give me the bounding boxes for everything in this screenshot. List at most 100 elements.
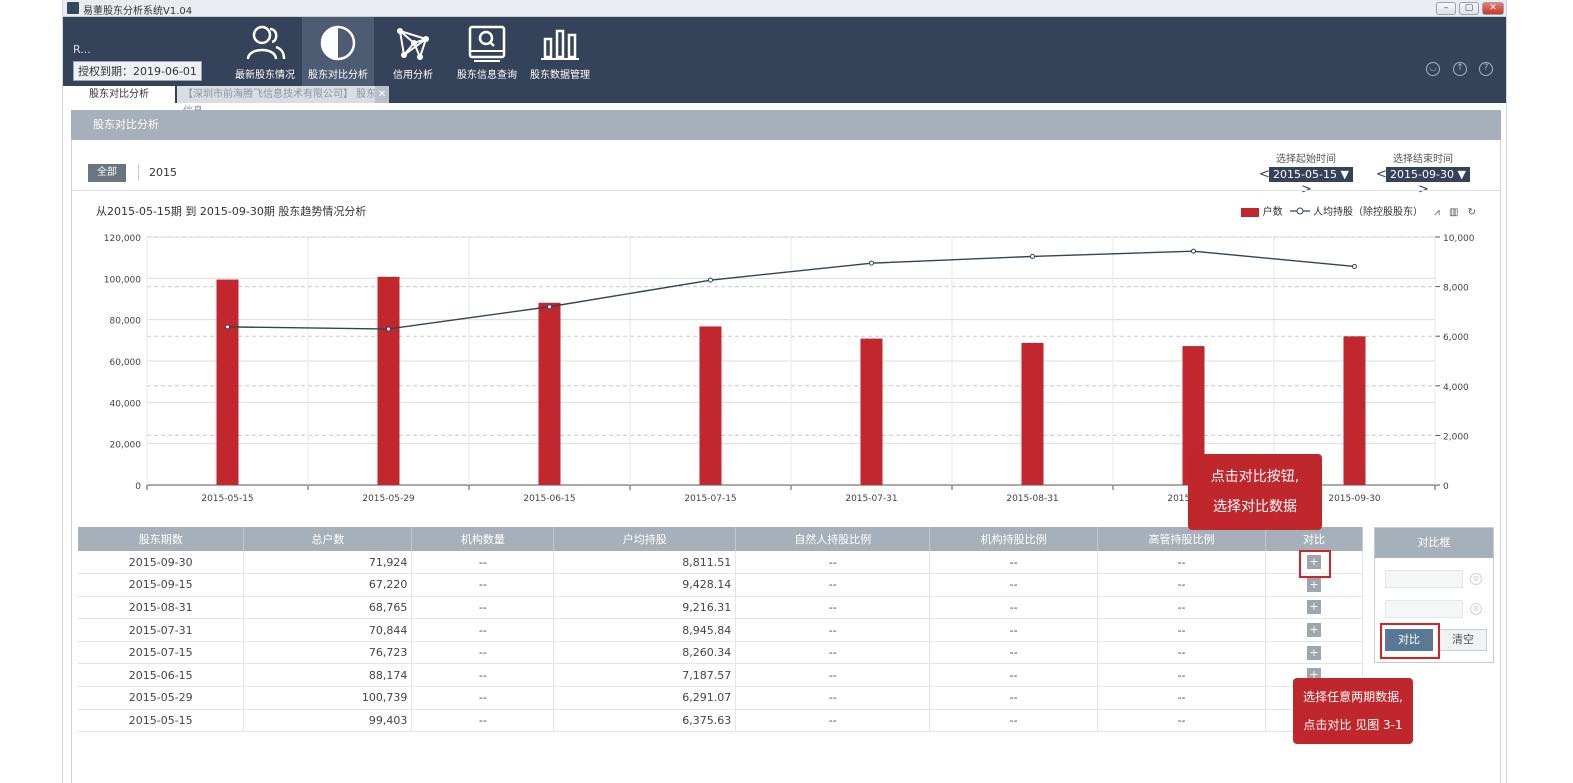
auth-expiry: 授权到期：2019-06-01 <box>73 61 202 81</box>
table-cell: 6,291.07 <box>553 686 737 710</box>
table-cell: -- <box>1097 641 1266 665</box>
table-cell: -- <box>735 686 931 710</box>
tab-shareholder-compare[interactable]: 股东对比分析 <box>63 86 175 103</box>
compare-slot-1[interactable] <box>1385 570 1463 588</box>
callout-bottom-line-1: 选择任意两期数据, <box>1303 690 1403 704</box>
maximize-button[interactable]: ▢ <box>1459 2 1479 15</box>
col-total-holders: 总户数 <box>243 527 413 551</box>
x-tick-label: 2015-08-31 <box>1006 494 1058 504</box>
table-cell: -- <box>735 573 931 597</box>
nav-label: 股东数据管理 <box>530 70 590 81</box>
y-left-tick-label: 0 <box>135 482 141 492</box>
chart-legend: 户数 人均持股（除控股股东） ⩘ ▥ ↻ <box>1241 203 1476 219</box>
chart-title: 从2015-05-15期 到 2015-09-30期 股东趋势情况分析 <box>96 205 367 218</box>
line-chart-toggle-icon[interactable]: ⩘ <box>1434 207 1440 218</box>
table-row: 2015-05-29100,739--6,291.07------+ <box>78 686 1363 710</box>
legend-bar-swatch <box>1241 207 1260 217</box>
table-cell: 99,403 <box>243 709 413 733</box>
y-left-tick-label: 20,000 <box>110 441 142 451</box>
line-point-2015-07-31 <box>869 260 874 266</box>
add-compare-button[interactable]: + <box>1307 600 1321 615</box>
callout-bottom-line-2: 点击对比 见图 3-1 <box>1303 718 1403 732</box>
table-cell: 2015-06-15 <box>78 663 245 688</box>
table-cell: 9,428.14 <box>553 573 737 597</box>
section-title: 股东对比分析 <box>71 110 1501 140</box>
table-cell: -- <box>1097 686 1266 710</box>
table-cell: -- <box>1097 618 1266 642</box>
tab-shareholder-info[interactable]: 【深圳市前海腾飞信息技术有限公司】 股东信息 ✕ <box>177 86 389 117</box>
remove-slot-2-icon[interactable]: ⊗ <box>1470 603 1482 615</box>
bar-2015-08-31 <box>1021 342 1044 485</box>
table-cell: 8,945.84 <box>553 618 737 642</box>
y-right-tick-label: 10,000 <box>1443 234 1475 244</box>
start-date-select[interactable]: 2015-05-15 ▼ <box>1269 167 1353 182</box>
add-compare-button[interactable]: + <box>1307 645 1321 660</box>
y-left-tick-label: 80,000 <box>110 317 142 327</box>
user-icon[interactable]: ◡ <box>1426 62 1440 76</box>
y-right-tick-label: 2,000 <box>1443 432 1469 442</box>
table-cell: -- <box>929 596 1099 620</box>
x-tick-label: 2015-05-15 <box>201 494 253 504</box>
table-row: 2015-09-15 67,220 -- 9,428.14 -- -- -- + <box>78 573 1363 597</box>
table-cell: -- <box>411 573 555 597</box>
table-row: 2015-05-1599,403--6,375.63------+ <box>78 709 1363 733</box>
table-cell: 9,216.31 <box>553 596 737 620</box>
table-cell: 2015-08-31 <box>78 596 245 620</box>
bar-chart-toggle-icon[interactable]: ▥ <box>1449 207 1458 218</box>
nav-label: 股东信息查询 <box>457 70 517 81</box>
compare-slot-2[interactable] <box>1385 600 1463 618</box>
bar-2015-06-15 <box>538 302 561 485</box>
line-point-2015-09-15 <box>1191 248 1196 254</box>
x-tick-label: 2015-07-15 <box>684 494 736 504</box>
x-tick-label: 2015-09-30 <box>1328 494 1381 504</box>
table-cell: -- <box>411 551 555 575</box>
highlight-add-button <box>1299 550 1331 578</box>
x-tick-label: 2015-07-31 <box>845 494 897 504</box>
table-cell: -- <box>1097 663 1266 688</box>
start-prev-button[interactable]: < <box>1259 167 1270 182</box>
main-header: R... 授权到期：2019-06-01 最新股东情况 股东对比分析 信用分析 … <box>63 17 1506 86</box>
content-panel: 全部 2015 选择起始时间 <2015-05-15 ▼> 选择结束时间 <20… <box>71 140 1501 783</box>
table-cell: 2015-07-31 <box>78 618 245 642</box>
bar-2015-05-29 <box>377 276 400 485</box>
app-logo-icon <box>67 2 79 14</box>
nav-latest-shareholders[interactable]: 最新股东情况 <box>229 17 301 86</box>
col-institutions: 机构数量 <box>411 527 555 551</box>
table-row: 2015-07-31 70,844 -- 8,945.84 -- -- -- + <box>78 618 1363 642</box>
table-cell: -- <box>735 618 931 642</box>
table-cell: -- <box>1097 709 1266 733</box>
table-cell: 88,174 <box>243 663 413 688</box>
help-icon[interactable]: ? <box>1479 62 1493 76</box>
col-period: 股东期数 <box>78 527 245 551</box>
add-compare-button[interactable]: + <box>1307 623 1321 638</box>
clear-button[interactable]: 清空 <box>1439 629 1487 651</box>
all-filter-button[interactable]: 全部 <box>88 164 126 182</box>
close-button[interactable]: ✕ <box>1482 2 1504 15</box>
end-date-select[interactable]: 2015-09-30 ▼ <box>1386 167 1470 182</box>
tab-close-icon[interactable]: ✕ <box>375 86 389 103</box>
end-prev-button[interactable]: < <box>1376 167 1387 182</box>
remove-slot-1-icon[interactable]: ⊗ <box>1470 573 1482 585</box>
y-left-tick-label: 120,000 <box>104 234 141 244</box>
compare-box-title: 对比框 <box>1375 528 1493 558</box>
add-compare-button[interactable]: + <box>1307 577 1321 592</box>
table-cell: 7,187.57 <box>553 663 737 688</box>
refresh-icon[interactable]: ↻ <box>1468 207 1476 218</box>
nav-shareholder-compare[interactable]: 股东对比分析 <box>302 17 374 86</box>
table-cell: -- <box>929 709 1099 733</box>
chevron-down-icon: ▼ <box>1457 168 1466 181</box>
chevron-down-icon: ▼ <box>1340 168 1349 181</box>
col-compare: 对比 <box>1265 527 1363 551</box>
nav-shareholder-data[interactable]: 股东数据管理 <box>524 17 596 86</box>
bar-2015-07-15 <box>699 326 722 485</box>
table-cell: 8,260.34 <box>553 641 737 665</box>
nav-shareholder-query[interactable]: 股东信息查询 <box>451 17 523 86</box>
table-cell: -- <box>1097 573 1266 597</box>
upload-icon[interactable]: ↑ <box>1453 62 1467 76</box>
minimize-button[interactable]: – <box>1436 2 1456 15</box>
table-cell: -- <box>735 596 931 620</box>
table-cell: 67,220 <box>243 573 413 597</box>
window-title: 易董股东分析系统V1.04 <box>83 6 193 17</box>
year-filter-item[interactable]: 2015 <box>138 165 177 181</box>
nav-credit-analysis[interactable]: 信用分析 <box>378 17 448 86</box>
